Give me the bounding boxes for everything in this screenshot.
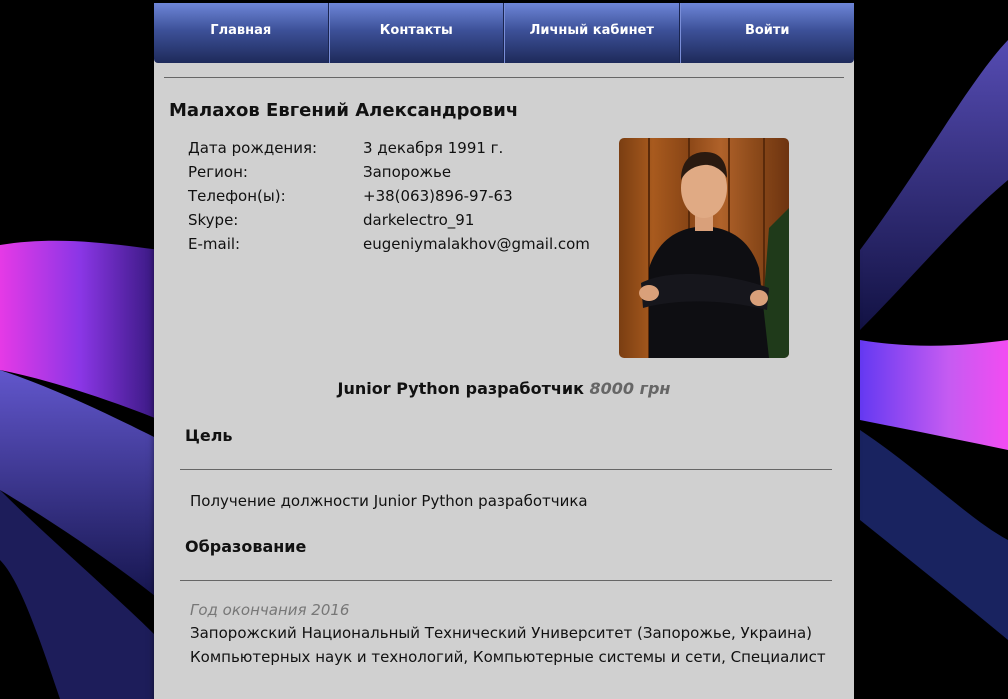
divider (180, 580, 832, 581)
nav-account[interactable]: Личный кабинет (504, 3, 680, 63)
profile-fields: Дата рождения: 3 декабря 1991 г. Регион:… (188, 136, 590, 256)
person-photo-icon (619, 138, 789, 358)
divider (164, 77, 844, 78)
profile-info: Дата рождения: 3 декабря 1991 г. Регион:… (154, 121, 854, 358)
goal-text: Получение должности Junior Python разраб… (190, 492, 588, 510)
field-label: Телефон(ы): (188, 187, 286, 205)
field-value: 3 декабря 1991 г. (363, 139, 504, 157)
profile-photo (619, 138, 789, 358)
field-email: E-mail: eugeniymalakhov@gmail.com (188, 232, 590, 256)
field-region: Регион: Запорожье (188, 160, 590, 184)
field-skype: Skype: darkelectro_91 (188, 208, 590, 232)
education-university: Запорожский Национальный Технический Уни… (190, 624, 812, 642)
field-phone: Телефон(ы): +38(063)896-97-63 (188, 184, 590, 208)
field-label: E-mail: (188, 235, 241, 253)
position-salary: 8000 грн (589, 379, 671, 398)
position-heading: Junior Python разработчик 8000 грн (154, 379, 854, 398)
education-details: Компьютерных наук и технологий, Компьюте… (190, 648, 826, 666)
field-value: Запорожье (363, 163, 452, 181)
education-heading: Образование (185, 537, 307, 556)
field-value: +38(063)896-97-63 (363, 187, 513, 205)
field-value: eugeniymalakhov@gmail.com (363, 235, 590, 253)
education-year: Год окончания 2016 (190, 601, 350, 619)
field-value: darkelectro_91 (363, 211, 475, 229)
field-label: Дата рождения: (188, 139, 318, 157)
goal-heading: Цель (185, 426, 233, 445)
divider (180, 469, 832, 470)
field-label: Skype: (188, 211, 239, 229)
top-navigation: Главная Контакты Личный кабинет Войти (154, 3, 854, 63)
nav-login[interactable]: Войти (679, 3, 855, 63)
nav-contacts[interactable]: Контакты (328, 3, 504, 63)
resume-page: Главная Контакты Личный кабинет Войти Ма… (154, 3, 854, 699)
position-title: Junior Python разработчик (337, 379, 584, 398)
field-label: Регион: (188, 163, 248, 181)
field-birthdate: Дата рождения: 3 декабря 1991 г. (188, 136, 590, 160)
nav-home[interactable]: Главная (154, 3, 329, 63)
profile-name: Малахов Евгений Александрович (169, 100, 519, 121)
